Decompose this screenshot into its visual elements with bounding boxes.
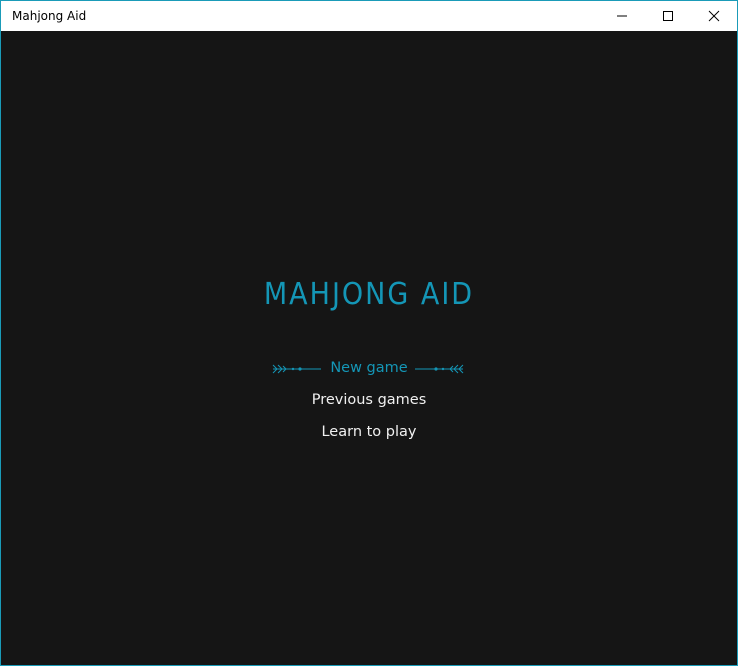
app-window: Mahjong Aid MAHJONG AID New game Previou… — [0, 0, 738, 666]
menu-item-previous-games[interactable]: Previous games — [1, 392, 737, 408]
close-icon — [708, 10, 720, 22]
close-button[interactable] — [691, 1, 737, 31]
menu-item-learn-to-play[interactable]: Learn to play — [1, 424, 737, 440]
maximize-icon — [663, 11, 673, 21]
title-bar[interactable]: Mahjong Aid — [1, 1, 737, 31]
menu-item-new-game[interactable]: New game — [1, 360, 737, 376]
app-title: MAHJONG AID — [263, 277, 475, 312]
arrow-ornament-icon — [415, 364, 464, 374]
maximize-button[interactable] — [645, 1, 691, 31]
minimize-icon — [617, 15, 627, 17]
window-title: Mahjong Aid — [12, 9, 87, 23]
minimize-button[interactable] — [599, 1, 645, 31]
main-content: MAHJONG AID New game Previous games Lear… — [1, 31, 737, 665]
